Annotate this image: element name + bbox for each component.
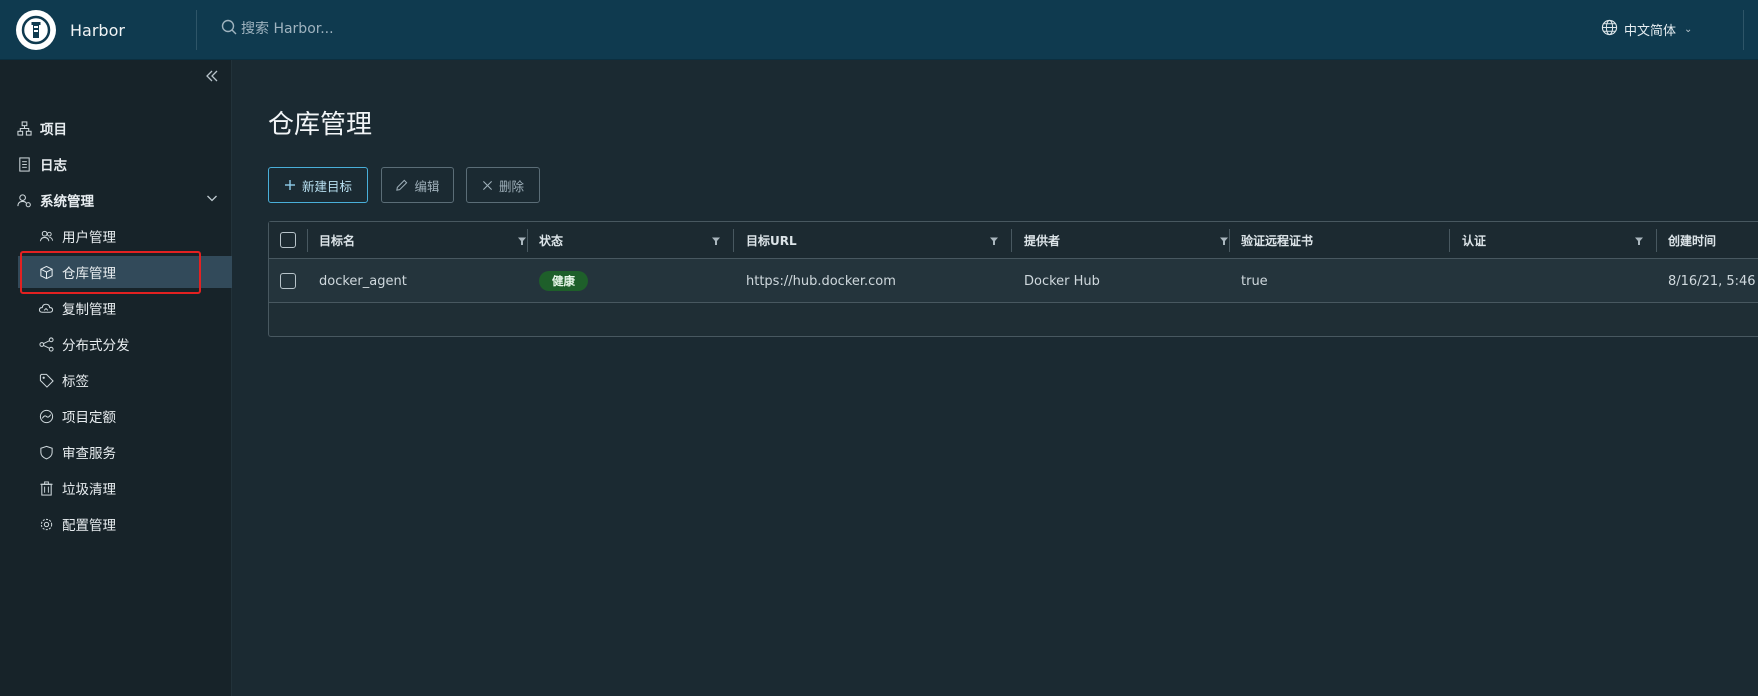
quota-icon <box>38 408 54 424</box>
filter-icon[interactable] <box>989 235 999 249</box>
gear-icon <box>38 516 54 532</box>
search-icon <box>221 19 237 39</box>
column-separator <box>1449 229 1450 252</box>
filter-icon[interactable] <box>711 235 721 249</box>
globe-icon <box>1601 19 1618 40</box>
sidebar-item-users[interactable]: 用户管理 <box>0 220 232 252</box>
sidebar-item-label: 用户管理 <box>62 230 116 246</box>
sidebar-item-label: 复制管理 <box>62 302 116 318</box>
search-input[interactable] <box>241 21 541 37</box>
users-icon <box>38 228 54 244</box>
edit-button[interactable]: 编辑 <box>381 167 454 203</box>
column-header-provider[interactable]: 提供者 <box>1024 222 1241 259</box>
sidebar-item-projects[interactable]: 项目 <box>0 112 232 144</box>
column-header-url[interactable]: 目标URL <box>746 222 1011 259</box>
edit-label: 编辑 <box>414 179 440 194</box>
new-endpoint-label: 新建目标 <box>301 179 352 194</box>
pencil-icon <box>395 179 408 192</box>
sidebar-item-label: 垃圾清理 <box>62 482 116 498</box>
sidebar: 项目 日志 系统管理 用户管理 仓库管理 复制管理 分布式分发 标签 项目定额 … <box>0 60 232 696</box>
column-header-created[interactable]: 创建时间 <box>1668 222 1758 259</box>
page-title: 仓库管理 <box>268 110 373 140</box>
cell-provider: Docker Hub <box>1024 273 1100 289</box>
trash-icon <box>38 480 54 496</box>
column-header-name[interactable]: 目标名 <box>319 222 539 259</box>
plus-icon <box>284 179 296 191</box>
sidebar-item-distributions[interactable]: 分布式分发 <box>0 328 232 360</box>
top-header: Harbor 中文简体 ⌄ <box>0 0 1758 60</box>
column-header-label: 目标URL <box>746 234 797 248</box>
sidebar-item-quotas[interactable]: 项目定额 <box>0 400 232 432</box>
column-header-label: 认证 <box>1462 234 1487 248</box>
brand[interactable]: Harbor <box>16 10 125 50</box>
filter-icon[interactable] <box>1634 235 1644 249</box>
sidebar-item-interrogation[interactable]: 审查服务 <box>0 436 232 468</box>
column-header-label: 提供者 <box>1024 234 1061 248</box>
column-header-verify-cert[interactable]: 验证远程证书 <box>1241 222 1441 259</box>
column-separator <box>1229 229 1230 252</box>
language-selector[interactable]: 中文简体 ⌄ <box>1601 19 1692 40</box>
header-divider-right <box>1743 10 1744 50</box>
sidebar-item-label: 项目定额 <box>62 410 116 426</box>
close-icon <box>482 180 493 191</box>
collapse-sidebar-icon[interactable] <box>205 68 219 87</box>
column-header-label: 创建时间 <box>1668 234 1717 248</box>
column-separator <box>527 229 528 252</box>
sidebar-item-label: 项目 <box>40 122 67 138</box>
chevron-down-icon: ⌄ <box>1684 24 1693 35</box>
cloud-icon <box>38 300 54 316</box>
column-header-auth[interactable]: 认证 <box>1462 222 1656 259</box>
annotation-highlight-box <box>20 251 201 294</box>
column-separator <box>307 229 308 252</box>
chevron-down-icon <box>206 192 218 208</box>
delete-button[interactable]: 删除 <box>466 167 540 203</box>
delete-label: 删除 <box>498 179 524 194</box>
cell-status: 健康 <box>539 259 588 303</box>
select-all-checkbox[interactable] <box>280 232 296 248</box>
sidebar-item-label: 系统管理 <box>40 194 94 210</box>
column-header-status[interactable]: 状态 <box>539 222 733 259</box>
shield-icon <box>38 444 54 460</box>
filter-icon[interactable] <box>517 235 527 249</box>
sidebar-item-label: 审查服务 <box>62 446 116 462</box>
sidebar-item-gc[interactable]: 垃圾清理 <box>0 472 232 504</box>
column-separator <box>1011 229 1012 252</box>
column-header-label: 验证远程证书 <box>1241 234 1314 248</box>
harbor-logo-icon <box>16 10 56 50</box>
log-icon <box>16 156 32 172</box>
column-separator <box>733 229 734 252</box>
cell-verify-cert: true <box>1241 273 1268 289</box>
sidebar-item-replications[interactable]: 复制管理 <box>0 292 232 324</box>
sidebar-item-logs[interactable]: 日志 <box>0 148 232 180</box>
brand-name: Harbor <box>70 20 125 40</box>
row-checkbox[interactable] <box>280 273 296 289</box>
cell-name: docker_agent <box>319 273 407 289</box>
table-row[interactable]: docker_agent 健康 https://hub.docker.com D… <box>269 259 1758 303</box>
sidebar-item-label: 分布式分发 <box>62 338 130 354</box>
endpoints-table: 目标名 状态 目标URL 提供者 验证远程证书 认证 创建时间 docker_a… <box>268 221 1758 337</box>
admin-icon <box>16 192 32 208</box>
column-header-label: 目标名 <box>319 234 356 248</box>
column-header-label: 状态 <box>539 234 564 248</box>
table-header: 目标名 状态 目标URL 提供者 验证远程证书 认证 创建时间 <box>269 222 1758 259</box>
cell-created: 8/16/21, 5:46 P <box>1668 273 1758 289</box>
sidebar-item-label: 日志 <box>40 158 67 174</box>
status-badge: 健康 <box>539 271 588 291</box>
sidebar-item-label: 标签 <box>62 374 89 390</box>
project-icon <box>16 120 32 136</box>
sidebar-item-labels[interactable]: 标签 <box>0 364 232 396</box>
tag-icon <box>38 372 54 388</box>
share-icon <box>38 336 54 352</box>
header-divider <box>196 10 197 50</box>
filter-icon[interactable] <box>1219 235 1229 249</box>
sidebar-item-label: 配置管理 <box>62 518 116 534</box>
search-box[interactable] <box>221 19 541 39</box>
sidebar-item-admin[interactable]: 系统管理 <box>0 184 232 216</box>
cell-url: https://hub.docker.com <box>746 273 896 289</box>
new-endpoint-button[interactable]: 新建目标 <box>268 167 368 203</box>
column-separator <box>1656 229 1657 252</box>
language-label: 中文简体 <box>1624 24 1677 39</box>
sidebar-item-config[interactable]: 配置管理 <box>0 508 232 540</box>
